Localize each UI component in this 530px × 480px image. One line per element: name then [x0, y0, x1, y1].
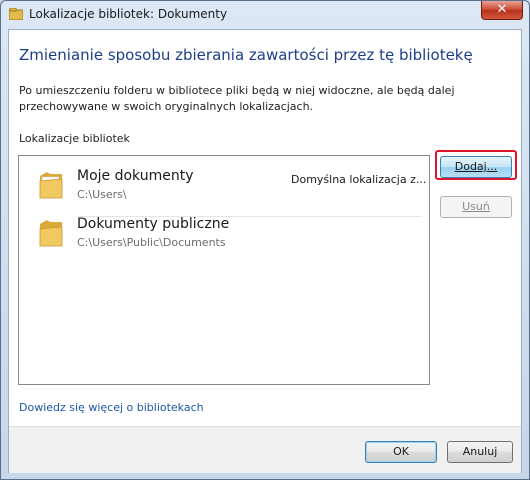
folder-icon — [39, 172, 63, 199]
list-item[interactable]: Dokumenty publiczne C:\Users\Public\Docu… — [19, 212, 429, 262]
location-path: C:\Users\Public\Documents — [77, 236, 226, 249]
folder-icon — [39, 220, 63, 247]
dialog-heading: Zmienianie sposobu zbierania zawartości … — [19, 46, 473, 64]
remove-button-label: Usuń — [462, 200, 490, 213]
cancel-button[interactable]: Anuluj — [447, 441, 513, 463]
ok-button[interactable]: OK — [365, 441, 437, 463]
list-item[interactable]: Moje dokumenty C:\Users\ Domyślna lokali… — [19, 164, 429, 217]
title-bar[interactable]: Lokalizacje bibliotek: Dokumenty ✕ — [1, 1, 529, 29]
dialog-window: Lokalizacje bibliotek: Dokumenty ✕ Zmien… — [0, 0, 530, 480]
dialog-description: Po umieszczeniu folderu w bibliotece pli… — [19, 84, 455, 113]
location-status: Domyślna lokalizacja z... — [291, 173, 427, 186]
location-name: Moje dokumenty — [77, 168, 194, 184]
locations-label: Lokalizacje bibliotek — [19, 132, 130, 145]
ok-button-label: OK — [393, 445, 409, 458]
highlight-box — [435, 150, 517, 180]
locations-list[interactable]: Moje dokumenty C:\Users\ Domyślna lokali… — [18, 155, 430, 385]
cancel-button-label: Anuluj — [462, 445, 498, 458]
location-name: Dokumenty publiczne — [77, 216, 230, 232]
library-icon — [9, 8, 23, 20]
window-title: Lokalizacje bibliotek: Dokumenty — [29, 7, 228, 21]
location-path: C:\Users\ — [77, 188, 127, 201]
close-icon: ✕ — [496, 2, 508, 17]
close-button[interactable]: ✕ — [481, 1, 523, 20]
dialog-content: Zmienianie sposobu zbierania zawartości … — [8, 29, 522, 473]
remove-button[interactable]: Usuń — [440, 196, 512, 218]
learn-more-link[interactable]: Dowiedz się więcej o bibliotekach — [19, 401, 204, 414]
button-bar — [9, 426, 521, 473]
